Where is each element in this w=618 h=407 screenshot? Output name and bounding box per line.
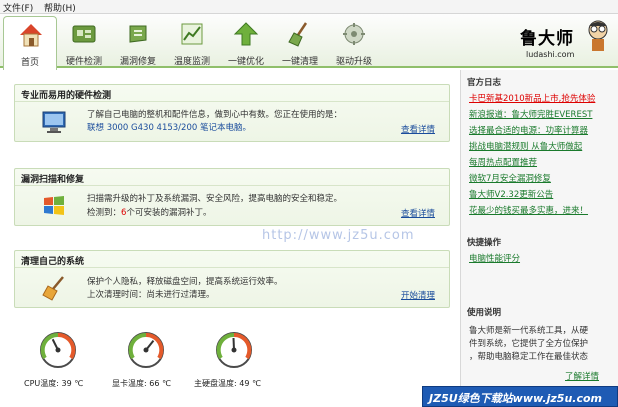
app-logo: 鲁大师 ludashi.com — [512, 16, 616, 66]
menu-help[interactable]: 帮助(H) — [44, 1, 76, 14]
gpu-temp-label: 显卡温度: 66 ℃ — [112, 379, 171, 388]
help-text-line: ，帮助电脑稳定工作在最佳状态 — [469, 352, 589, 362]
hardware-model: 联想 3000 G430 4153/200 笔记本电脑。 — [87, 123, 251, 133]
clean-last-time: 上次清理时间：尚未进行过清理。 — [87, 290, 215, 300]
vuln-details-link[interactable]: 查看详情 — [401, 207, 435, 219]
cpu-temp-gauge — [40, 332, 76, 368]
broom-icon — [288, 22, 308, 47]
news-item[interactable]: 挑战电脑潜规则 从鲁大师做起 — [469, 140, 582, 152]
start-clean-link[interactable]: 开始清理 — [401, 289, 435, 301]
news-heading: 官方日志 — [467, 78, 502, 88]
help-text-line: 鲁大师是新一代系统工具，从硬 — [469, 326, 589, 336]
vuln-status: 检测到：6个可安装的漏洞补丁。 — [87, 206, 211, 218]
vuln-panel-title: 漏洞扫描和修复 — [21, 175, 85, 185]
vuln-desc: 扫描需升级的补丁及系统漏洞、安全风险，提高电脑的安全和稳定。 — [87, 194, 343, 204]
mascot-icon — [588, 20, 608, 51]
disk-temp-gauge — [216, 332, 252, 368]
tab-home-label: 首页 — [20, 58, 39, 68]
driver-icon — [343, 23, 365, 45]
cpu-temp-label: CPU温度: 39 ℃ — [24, 379, 84, 388]
news-item[interactable]: 花最少的钱买最多实惠，进来！ — [469, 204, 588, 216]
temperature-icon — [181, 23, 203, 45]
broom-icon — [42, 276, 64, 301]
patch-icon — [129, 25, 147, 43]
performance-score-link[interactable]: 电脑性能评分 — [469, 252, 520, 264]
help-heading: 使用说明 — [467, 308, 502, 318]
sidebar: 官方日志 卡巴新基2010新品上市,抢先体验 新浪报道：鲁大师完胜EVEREST… — [460, 70, 618, 407]
tab-temperature-label: 温度监测 — [173, 57, 210, 67]
divider — [15, 267, 449, 268]
tab-driver-label: 驱动升级 — [335, 57, 372, 67]
menu-file[interactable]: 文件(F) — [3, 1, 33, 14]
tab-clean[interactable]: 一键清理 — [273, 16, 327, 68]
hardware-panel: 专业而易用的硬件检测 了解自己电脑的整机和配件信息，做到心中有数。您正在使用的是… — [14, 84, 450, 142]
news-item[interactable]: 每周热点配置推荐 — [469, 156, 537, 168]
menu-bar: 文件(F) 帮助(H) — [0, 0, 618, 14]
hardware-desc: 了解自己电脑的整机和配件信息，做到心中有数。您正在使用的是： — [87, 110, 343, 120]
tab-temperature[interactable]: 温度监测 — [165, 16, 219, 68]
tab-hardware[interactable]: 硬件检测 — [57, 16, 111, 68]
home-icon — [20, 24, 42, 47]
tab-home[interactable]: 首页 — [3, 16, 57, 70]
vuln-status-prefix: 检测到： — [87, 208, 122, 218]
help-text-line: 件到系统，它提供了全方位保护 — [469, 339, 589, 349]
tab-driver[interactable]: 驱动升级 — [327, 16, 381, 68]
news-item[interactable]: 微软7月安全漏洞修复 — [469, 172, 551, 184]
tab-optimize[interactable]: 一键优化 — [219, 16, 273, 68]
watermark: http://www.jz5u.com — [262, 228, 415, 243]
tab-clean-label: 一键清理 — [281, 57, 318, 67]
tab-patch[interactable]: 漏洞修复 — [111, 16, 165, 68]
optimize-icon — [233, 22, 259, 46]
gpu-temp-gauge — [128, 332, 164, 368]
news-item[interactable]: 选择最合适的电源：功率计算器 — [469, 124, 588, 136]
tab-hardware-label: 硬件检测 — [65, 57, 102, 67]
tab-optimize-label: 一键优化 — [227, 57, 264, 67]
monitor-icon — [42, 111, 66, 133]
vuln-panel: 漏洞扫描和修复 扫描需升级的补丁及系统漏洞、安全风险，提高电脑的安全和稳定。 检… — [14, 168, 450, 226]
disk-temp-label: 主硬盘温度: 49 ℃ — [194, 379, 261, 388]
tab-patch-label: 漏洞修复 — [119, 57, 156, 67]
vuln-status-suffix: 个可安装的漏洞补丁。 — [126, 208, 212, 218]
clean-panel: 清理自己的系统 保护个人隐私，释放磁盘空间，提高系统运行效率。 上次清理时间：尚… — [14, 250, 450, 308]
site-banner: JZ5U绿色下载站www.jz5u.com — [422, 386, 618, 407]
logo-url: ludashi.com — [526, 50, 575, 59]
hardware-icon — [72, 25, 96, 43]
clean-desc: 保护个人隐私，释放磁盘空间，提高系统运行效率。 — [87, 277, 283, 287]
divider — [15, 185, 449, 186]
clean-panel-title: 清理自己的系统 — [21, 257, 85, 267]
windows-icon — [44, 196, 64, 215]
news-item[interactable]: 卡巴新基2010新品上市,抢先体验 — [469, 92, 595, 104]
quick-actions-heading: 快捷操作 — [467, 238, 502, 248]
logo-name: 鲁大师 — [520, 29, 574, 49]
learn-more-link[interactable]: 了解详情 — [565, 370, 599, 382]
divider — [15, 101, 449, 102]
hardware-panel-title: 专业而易用的硬件检测 — [21, 91, 112, 101]
news-item[interactable]: 新浪报道：鲁大师完胜EVEREST — [469, 108, 592, 120]
site-banner-text: JZ5U绿色下载站www.jz5u.com — [429, 392, 602, 405]
hardware-details-link[interactable]: 查看详情 — [401, 123, 435, 135]
news-item[interactable]: 鲁大师V2.32更新公告 — [469, 188, 553, 200]
